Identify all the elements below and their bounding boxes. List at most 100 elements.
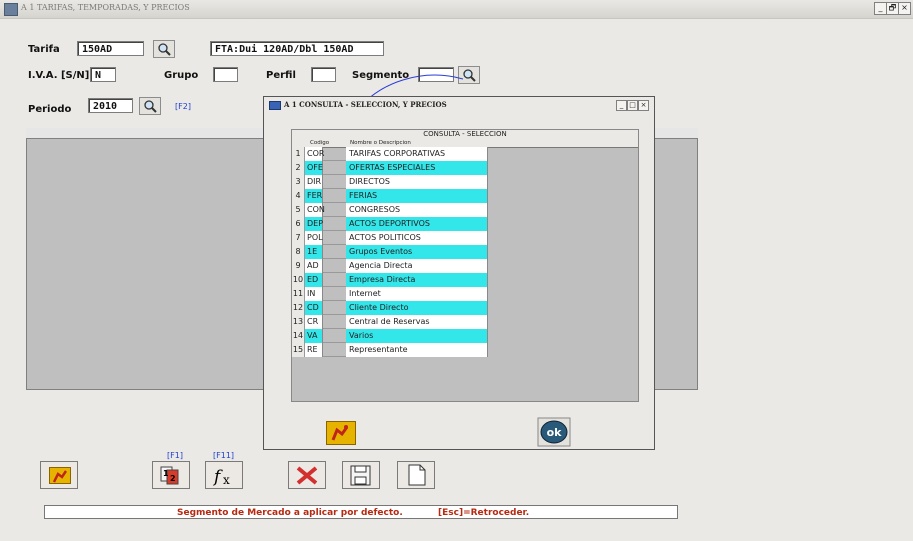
dialog-titlebar: A 1 CONSULTA - SELECCION, Y PRECIOS _ □ …	[264, 97, 654, 112]
row-description[interactable]: ACTOS DEPORTIVOS	[346, 217, 488, 231]
row-description[interactable]: FERIAS	[346, 189, 488, 203]
table-row[interactable]: 1 COR TARIFAS CORPORATIVAS	[292, 147, 488, 161]
new-document-button[interactable]	[397, 461, 435, 489]
table-row[interactable]: 15 RE Representante	[292, 343, 488, 357]
row-number: 15	[292, 343, 305, 357]
row-code[interactable]: VA	[305, 329, 323, 343]
row-description[interactable]: DIRECTOS	[346, 175, 488, 189]
status-esc-hint: [Esc]=Retroceder.	[438, 508, 530, 518]
window-titlebar: A 1 TARIFAS, TEMPORADAS, Y PRECIOS _ 🗗 ×	[0, 0, 913, 19]
row-description[interactable]: Empresa Directa	[346, 273, 488, 287]
periodo-search-button[interactable]	[139, 97, 161, 115]
row-number: 13	[292, 315, 305, 329]
grupo-field[interactable]	[213, 67, 238, 82]
row-number: 11	[292, 287, 305, 301]
tarifa-field[interactable]: 150AD	[77, 41, 144, 56]
row-description[interactable]: Cliente Directo	[346, 301, 488, 315]
svg-text:1: 1	[163, 469, 169, 478]
close-button[interactable]: ×	[898, 2, 911, 15]
table-row[interactable]: 8 1E Grupos Eventos	[292, 245, 488, 259]
periodo-key-hint: [F2]	[175, 102, 191, 111]
dialog-close-button[interactable]: ×	[638, 100, 649, 111]
row-number: 6	[292, 217, 305, 231]
perfil-label: Perfil	[266, 70, 296, 81]
tarifa-label: Tarifa	[28, 44, 60, 55]
row-description[interactable]: CONGRESOS	[346, 203, 488, 217]
search-icon	[144, 100, 157, 113]
table-row[interactable]: 7 POL ACTOS POLITICOS	[292, 231, 488, 245]
ok-button[interactable]: ok	[537, 417, 571, 447]
dialog-icon	[269, 101, 281, 110]
table-row[interactable]: 14 VA Varios	[292, 329, 488, 343]
numbering-button[interactable]: 12	[152, 461, 190, 489]
row-code[interactable]: CR	[305, 315, 323, 329]
window-title: A 1 TARIFAS, TEMPORADAS, Y PRECIOS	[21, 3, 190, 12]
row-code[interactable]: FER	[305, 189, 323, 203]
table-row[interactable]: 5 CON CONGRESOS	[292, 203, 488, 217]
table-row[interactable]: 3 DIR DIRECTOS	[292, 175, 488, 189]
dialog-maximize-button[interactable]: □	[627, 100, 638, 111]
exit-icon	[326, 421, 356, 445]
row-description[interactable]: Agencia Directa	[346, 259, 488, 273]
f1-key-hint: [F1]	[167, 451, 183, 460]
tarifa-search-button[interactable]	[153, 40, 175, 58]
svg-text:2: 2	[170, 474, 176, 483]
table-row[interactable]: 6 DEP ACTOS DEPORTIVOS	[292, 217, 488, 231]
row-code[interactable]: CON	[305, 203, 325, 217]
tarifa-description-field[interactable]: FTA:Dui 120AD/Dbl 150AD	[210, 41, 384, 56]
periodo-field[interactable]: 2010	[88, 98, 133, 113]
row-number: 7	[292, 231, 305, 245]
row-code[interactable]: POL	[305, 231, 323, 245]
status-bar: Segmento de Mercado a aplicar por defect…	[44, 505, 678, 519]
row-code[interactable]: ED	[305, 273, 323, 287]
table-row[interactable]: 4 FER FERIAS	[292, 189, 488, 203]
row-code[interactable]: AD	[305, 259, 323, 273]
table-row[interactable]: 13 CR Central de Reservas	[292, 315, 488, 329]
column-header-description: Nombre o Descripcion	[350, 140, 411, 146]
column-header-code: Codigo	[310, 140, 330, 146]
table-row[interactable]: 12 CD Cliente Directo	[292, 301, 488, 315]
iva-field[interactable]: N	[90, 67, 116, 82]
row-number: 1	[292, 147, 305, 161]
table-row[interactable]: 2 OFE OFERTAS ESPECIALES	[292, 161, 488, 175]
exit-icon	[49, 467, 71, 484]
row-number: 9	[292, 259, 305, 273]
dialog-minimize-button[interactable]: _	[616, 100, 627, 111]
table-row[interactable]: 11 IN Internet	[292, 287, 488, 301]
save-button[interactable]	[342, 461, 380, 489]
row-description[interactable]: OFERTAS ESPECIALES	[346, 161, 488, 175]
periodo-label: Periodo	[28, 104, 72, 115]
f11-key-hint: [F11]	[213, 451, 235, 460]
svg-text:f: f	[212, 467, 223, 487]
row-code[interactable]: RE	[305, 343, 323, 357]
row-number: 4	[292, 189, 305, 203]
row-code[interactable]: COR	[305, 147, 324, 161]
row-description[interactable]: Representante	[346, 343, 488, 357]
formula-button[interactable]: fx	[205, 461, 243, 489]
table-row[interactable]: 9 AD Agencia Directa	[292, 259, 488, 273]
row-code[interactable]: 1E	[305, 245, 323, 259]
row-description[interactable]: Grupos Eventos	[346, 245, 488, 259]
consulta-dialog: A 1 CONSULTA - SELECCION, Y PRECIOS _ □ …	[263, 96, 655, 450]
row-description[interactable]: Varios	[346, 329, 488, 343]
numbering-icon: 12	[160, 466, 179, 485]
row-code[interactable]: OFE	[305, 161, 323, 175]
row-code[interactable]: IN	[305, 287, 323, 301]
exit-button[interactable]	[40, 461, 78, 489]
row-description[interactable]: ACTOS POLITICOS	[346, 231, 488, 245]
row-number: 14	[292, 329, 305, 343]
formula-icon: fx	[212, 467, 230, 487]
row-code[interactable]: DEP	[305, 217, 323, 231]
dialog-exit-button[interactable]	[326, 416, 364, 445]
row-description[interactable]: Internet	[346, 287, 488, 301]
row-code[interactable]: DIR	[305, 175, 323, 189]
row-description[interactable]: TARIFAS CORPORATIVAS	[346, 147, 488, 161]
consulta-table: CONSULTA - SELECCION Codigo Nombre o Des…	[291, 129, 639, 402]
row-number: 2	[292, 161, 305, 175]
row-code[interactable]: CD	[305, 301, 323, 315]
delete-button[interactable]	[288, 461, 326, 489]
row-number: 8	[292, 245, 305, 259]
table-row[interactable]: 10 ED Empresa Directa	[292, 273, 488, 287]
row-description[interactable]: Central de Reservas	[346, 315, 488, 329]
save-icon	[350, 465, 371, 486]
